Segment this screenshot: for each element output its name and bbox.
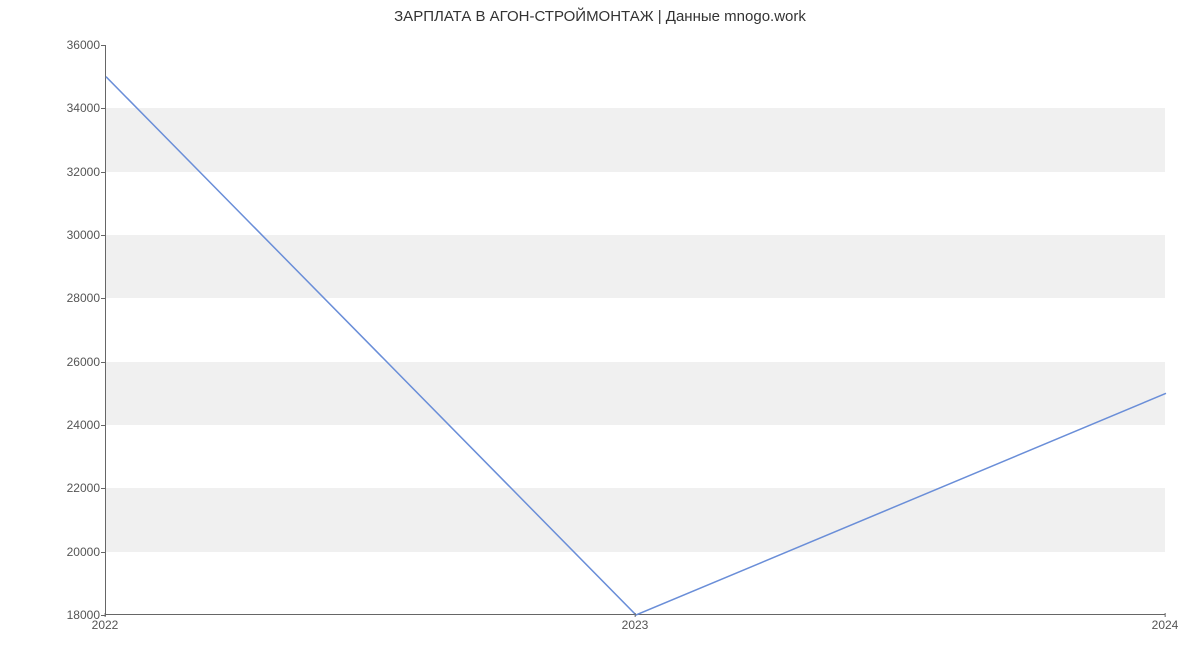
y-tick-label: 34000 xyxy=(60,101,100,115)
x-tick-label: 2022 xyxy=(92,618,119,632)
y-tick-label: 36000 xyxy=(60,38,100,52)
y-tick-label: 26000 xyxy=(60,355,100,369)
y-tick-label: 24000 xyxy=(60,418,100,432)
chart-title: ЗАРПЛАТА В АГОН-СТРОЙМОНТАЖ | Данные mno… xyxy=(0,8,1200,25)
x-tick-label: 2024 xyxy=(1152,618,1179,632)
y-tick-label: 20000 xyxy=(60,545,100,559)
data-line xyxy=(106,45,1166,615)
y-tick-label: 28000 xyxy=(60,291,100,305)
y-tick-label: 22000 xyxy=(60,481,100,495)
y-tick-label: 32000 xyxy=(60,165,100,179)
y-tick-label: 30000 xyxy=(60,228,100,242)
x-tick-label: 2023 xyxy=(622,618,649,632)
plot-area xyxy=(105,45,1165,615)
line-chart: ЗАРПЛАТА В АГОН-СТРОЙМОНТАЖ | Данные mno… xyxy=(0,0,1200,650)
